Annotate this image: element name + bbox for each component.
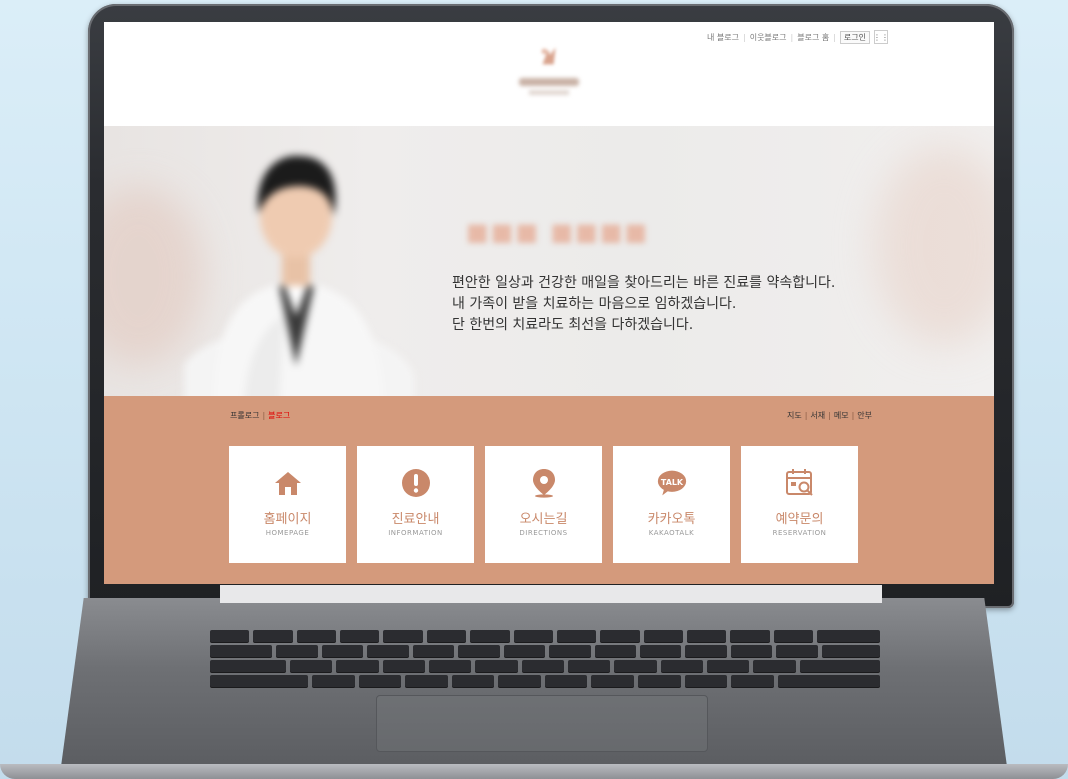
blog-home-link[interactable]: 블로그 홈 (797, 32, 829, 43)
screen: 내 블로그 | 이웃블로그 | 블로그 홈 | 로그인 ⋮⋮ ■■■ ■■■■ … (104, 22, 994, 584)
talk-bubble-icon: TALK (657, 468, 687, 498)
logo-mark-icon (541, 47, 556, 65)
card-reservation[interactable]: 예약문의 RESERVATION (741, 446, 858, 563)
card-label: 홈페이지 (263, 512, 312, 527)
blog-nav-right: 지도 | 서재 | 메모 | 안부 (787, 410, 872, 421)
exclamation-icon (401, 468, 431, 498)
divider: | (743, 32, 746, 42)
trackpad (376, 695, 708, 752)
menu-section: 프롤로그 | 블로그 지도 | 서재 | 메모 | 안부 홈페이지 HOMEPAGE 진 (104, 396, 994, 584)
card-label: 오시는길 (519, 512, 568, 527)
logo-text (519, 78, 579, 86)
keyboard (210, 630, 880, 690)
svg-text:TALK: TALK (660, 478, 683, 487)
card-information[interactable]: 진료안내 INFORMATION (357, 446, 474, 563)
nav-prologue[interactable]: 프롤로그 (230, 411, 259, 420)
hero-line: 내 가족이 받을 치료하는 마음으로 임하겠습니다. (452, 296, 737, 312)
hero-line: 단 한번의 치료라도 최선을 다하겠습니다. (452, 317, 694, 333)
card-sublabel: INFORMATION (388, 529, 443, 537)
doctor-photo (184, 155, 414, 396)
divider: | (828, 411, 831, 420)
blog-topbar: 내 블로그 | 이웃블로그 | 블로그 홈 | 로그인 ⋮⋮ (707, 30, 889, 44)
my-blog-link[interactable]: 내 블로그 (707, 32, 739, 43)
location-pin-icon (529, 468, 559, 498)
laptop-frame: 내 블로그 | 이웃블로그 | 블로그 홈 | 로그인 ⋮⋮ ■■■ ■■■■ … (0, 0, 1068, 779)
clinic-logo[interactable] (504, 40, 594, 120)
blog-nav-left: 프롤로그 | 블로그 (230, 410, 290, 421)
card-sublabel: DIRECTIONS (519, 529, 568, 537)
card-sublabel: HOMEPAGE (265, 529, 310, 537)
home-icon (273, 468, 303, 498)
card-kakaotalk[interactable]: TALK 카카오톡 KAKAOTALK (613, 446, 730, 563)
divider: | (262, 411, 266, 420)
hero-banner: ■■■ ■■■■ 편안한 일상과 건강한 매일을 찾아드리는 바른 진료를 약속… (104, 126, 994, 396)
quick-menu: 홈페이지 HOMEPAGE 진료안내 INFORMATION 오시는길 DIRE… (229, 446, 858, 563)
card-label: 카카오톡 (647, 512, 696, 527)
hero-text: 편안한 일상과 건강한 매일을 찾아드리는 바른 진료를 약속합니다. 내 가족… (452, 273, 835, 336)
card-label: 진료안내 (391, 512, 440, 527)
nav-memo[interactable]: 메모 (834, 411, 849, 420)
divider: | (833, 32, 836, 42)
nav-map[interactable]: 지도 (787, 411, 802, 420)
card-sublabel: RESERVATION (772, 529, 827, 537)
nav-guestbook[interactable]: 안부 (857, 411, 872, 420)
divider: | (790, 32, 794, 42)
nav-blog[interactable]: 블로그 (268, 411, 290, 420)
login-button[interactable]: 로그인 (839, 30, 870, 44)
card-label: 예약문의 (775, 512, 824, 527)
card-directions[interactable]: 오시는길 DIRECTIONS (485, 446, 602, 563)
calendar-search-icon (785, 468, 815, 498)
neighbor-blog-link[interactable]: 이웃블로그 (750, 32, 787, 43)
nav-library[interactable]: 서재 (810, 411, 825, 420)
card-sublabel: KAKAOTALK (648, 529, 695, 537)
divider: | (851, 411, 855, 420)
hero-line: 편안한 일상과 건강한 매일을 찾아드리는 바른 진료를 약속합니다. (452, 275, 836, 291)
apps-grid-icon[interactable]: ⋮⋮ (873, 30, 889, 44)
divider: | (804, 411, 808, 420)
card-homepage[interactable]: 홈페이지 HOMEPAGE (229, 446, 346, 563)
hero-title: ■■■ ■■■■ (466, 218, 650, 246)
screen-chin (220, 585, 882, 603)
logo-subtext (529, 90, 569, 95)
